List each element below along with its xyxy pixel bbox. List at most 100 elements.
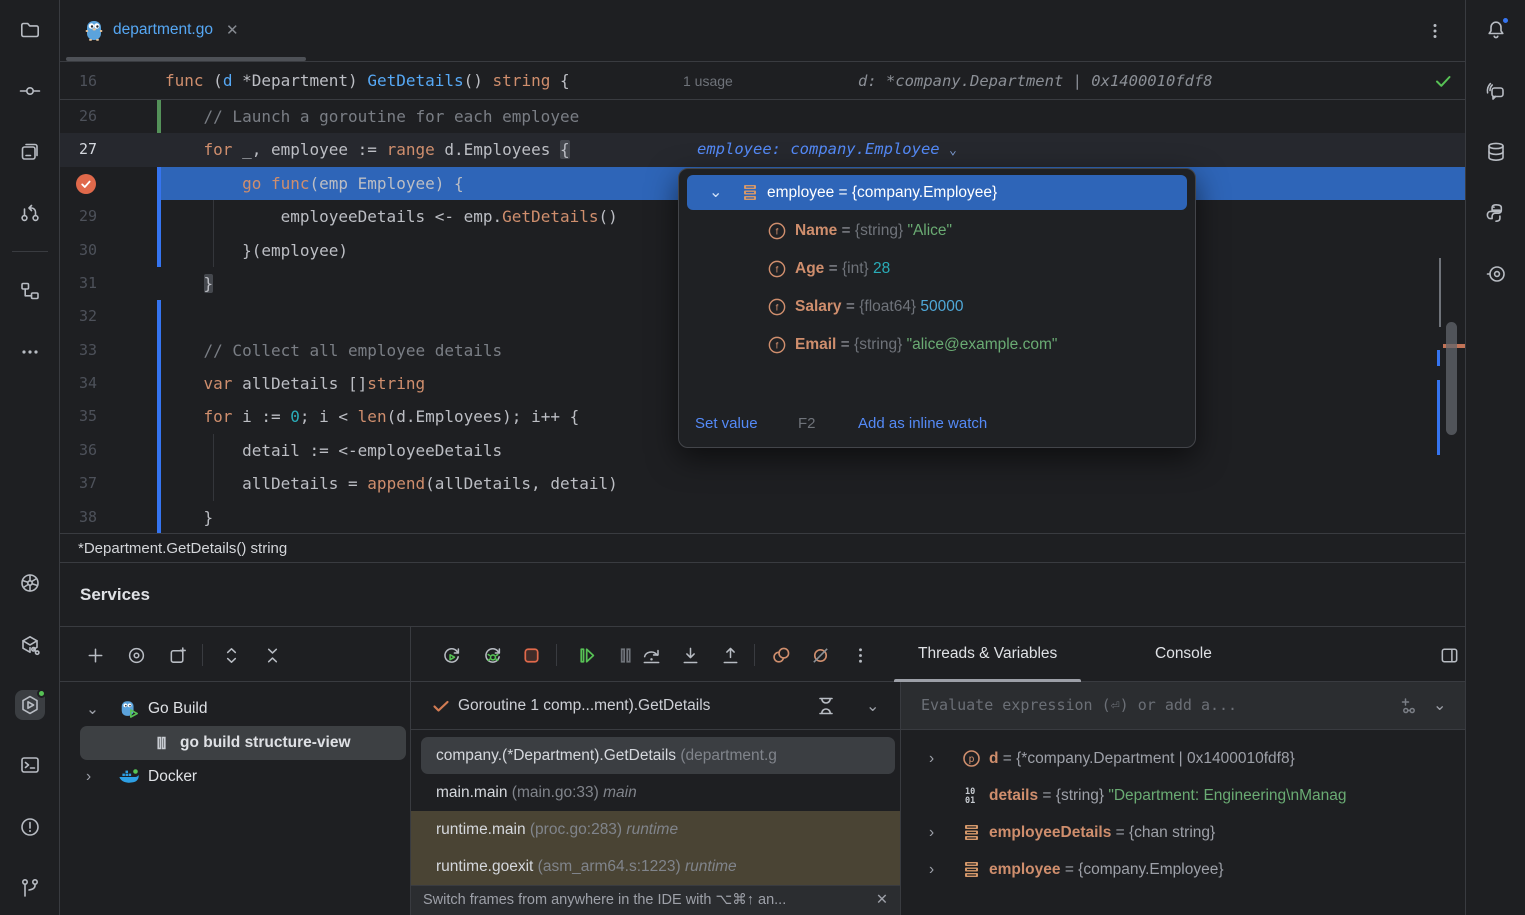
variable-row-details[interactable]: 1001details = {string} "Department: Engi… [901, 777, 1465, 814]
goroutine-selector[interactable]: Goroutine 1 comp...ment).GetDetails ⌄ [411, 682, 900, 730]
rerun-debug-icon[interactable] [479, 642, 505, 668]
set-value-link[interactable]: Set value [695, 411, 758, 437]
tab-threads-variables[interactable]: Threads & Variables [894, 627, 1081, 682]
add-icon[interactable] [82, 642, 108, 668]
editor-tab-department-go[interactable]: department.go ✕ [76, 10, 247, 50]
toolbar-separator [12, 251, 48, 252]
debugger-inline-hint[interactable]: employee: company.Employee ⌄ [697, 133, 957, 167]
chevron-down-icon[interactable]: ⌄ [86, 700, 99, 719]
step-into-icon[interactable] [677, 642, 703, 668]
layout-settings-icon[interactable] [1436, 642, 1462, 668]
add-service-icon[interactable] [165, 642, 191, 668]
folder-icon[interactable] [15, 15, 45, 45]
variable-row-employeeDetails[interactable]: ›employeeDetails = {chan string} [901, 814, 1465, 851]
chevron-right-icon[interactable]: › [929, 851, 934, 888]
service-item-docker[interactable]: ›Docker [60, 760, 406, 794]
ai-assistant-icon[interactable] [1481, 77, 1511, 107]
popup-field-age[interactable]: fAge = {int} 28 [679, 250, 1195, 288]
popup-field-salary[interactable]: fSalary = {float64} 50000 [679, 288, 1195, 326]
code-line-38[interactable]: 38 } [60, 501, 1465, 534]
code-line-26[interactable]: 26 // Launch a goroutine for each employ… [60, 100, 1465, 133]
mute-breakpoints-icon[interactable] [807, 642, 833, 668]
add-inline-watch-link[interactable]: Add as inline watch [858, 411, 987, 437]
go-run-icon [118, 699, 140, 719]
change-marker [157, 234, 161, 267]
structure-icon[interactable] [15, 276, 45, 306]
pull-requests-icon[interactable] [15, 198, 45, 228]
frame-row[interactable]: company.(*Department).GetDetails (depart… [421, 737, 895, 774]
variable-row-employee[interactable]: › employee = {company.Employee} [901, 851, 1465, 888]
go-gopher-icon [84, 19, 104, 41]
hourglass-icon[interactable] [815, 695, 837, 717]
tab-console[interactable]: Console [1131, 627, 1236, 682]
line-number: 35 [60, 400, 97, 433]
chevron-right-icon[interactable]: › [86, 768, 91, 786]
more-icon[interactable] [15, 337, 45, 367]
editor-tab-bar: department.go ✕ [60, 0, 1465, 62]
frame-row[interactable]: runtime.main (proc.go:283) runtime [411, 811, 900, 848]
popup-field-email[interactable]: fEmail = {string} "alice@example.com" [679, 326, 1195, 364]
breadcrumb[interactable]: *Department.GetDetails() string [60, 533, 1465, 563]
terminal-icon[interactable] [15, 750, 45, 780]
rerun-icon[interactable] [438, 642, 464, 668]
variable-text: details = {string} "Department: Engineer… [989, 777, 1347, 814]
panel-divider[interactable] [410, 682, 411, 915]
windows-icon[interactable] [15, 137, 45, 167]
notifications-icon[interactable] [1481, 15, 1511, 45]
struct-icon [740, 182, 760, 203]
step-out-icon[interactable] [717, 642, 743, 668]
dev-cube-icon[interactable] [15, 630, 45, 660]
view-breakpoints-icon[interactable] [768, 642, 794, 668]
problems-icon[interactable] [15, 812, 45, 842]
goroutine-check-icon [431, 696, 451, 716]
chevron-down-icon[interactable]: ⌄ [866, 696, 879, 716]
stop-icon[interactable] [518, 642, 544, 668]
frame-row[interactable]: runtime.goexit (asm_arm64.s:1223) runtim… [411, 848, 900, 885]
line-number: 37 [60, 467, 97, 500]
line-number: 31 [60, 267, 97, 300]
chevron-down-icon[interactable]: ⌄ [709, 175, 722, 210]
banner-close-icon[interactable]: ✕ [876, 886, 888, 915]
chevron-right-icon[interactable]: › [929, 814, 934, 851]
variable-row-d[interactable]: ›pd = {*company.Department | 0x1400010fd… [901, 740, 1465, 777]
services-icon[interactable] [15, 690, 45, 720]
notification-badge [1501, 16, 1510, 25]
show-options-icon[interactable] [123, 642, 149, 668]
chevron-down-icon[interactable]: ⌄ [949, 143, 957, 158]
breakpoint-verified-icon[interactable] [76, 174, 96, 194]
add-to-watches-icon[interactable] [1398, 695, 1420, 717]
editor-scrollbar-thumb[interactable] [1446, 322, 1457, 435]
kubernetes-icon[interactable] [15, 568, 45, 598]
toolbar-separator [754, 644, 755, 666]
service-label: go build structure-view [180, 734, 351, 752]
tab-strip-scrollbar[interactable] [66, 57, 306, 61]
code-line-37[interactable]: 37 allDetails = append(allDetails, detai… [60, 467, 1465, 500]
service-item-go-build[interactable]: ⌄Go Build [60, 692, 406, 726]
services-panel-title: Services [60, 563, 1465, 627]
git-branch-icon[interactable] [15, 873, 45, 903]
step-over-icon[interactable] [638, 642, 664, 668]
chevron-down-icon[interactable]: ⌄ [1433, 695, 1446, 717]
collapse-all-icon[interactable] [259, 642, 285, 668]
tab-close-icon[interactable]: ✕ [226, 21, 239, 39]
commit-icon[interactable] [15, 76, 45, 106]
svg-text:f: f [776, 302, 779, 313]
evaluate-expression-input[interactable]: Evaluate expression (⏎) or add a... ⌄ [901, 682, 1465, 730]
resume-icon[interactable] [573, 642, 599, 668]
code-line-27[interactable]: 27 for _, employee := range d.Employees … [60, 133, 1465, 166]
expand-all-icon[interactable] [218, 642, 244, 668]
kebab-icon[interactable] [847, 642, 873, 668]
database-icon[interactable] [1481, 137, 1511, 167]
chevron-right-icon[interactable]: › [929, 740, 934, 777]
popup-selected-variable[interactable]: ⌄ employee = {company.Employee} [687, 175, 1187, 210]
frame-row[interactable]: main.main (main.go:33) main [411, 774, 900, 811]
usage-hint[interactable]: 1 usage [683, 62, 733, 100]
service-item-go-build-structure-view[interactable]: go build structure-view [80, 726, 406, 760]
editor-more-menu-icon[interactable] [1420, 16, 1450, 46]
pause-icon[interactable] [612, 642, 638, 668]
popup-field-name[interactable]: fName = {string} "Alice" [679, 212, 1195, 250]
panel-divider[interactable] [900, 682, 901, 915]
python-icon[interactable] [1481, 198, 1511, 228]
variable-text: employee = {company.Employee} [989, 851, 1224, 888]
profiler-icon[interactable] [1481, 259, 1511, 289]
